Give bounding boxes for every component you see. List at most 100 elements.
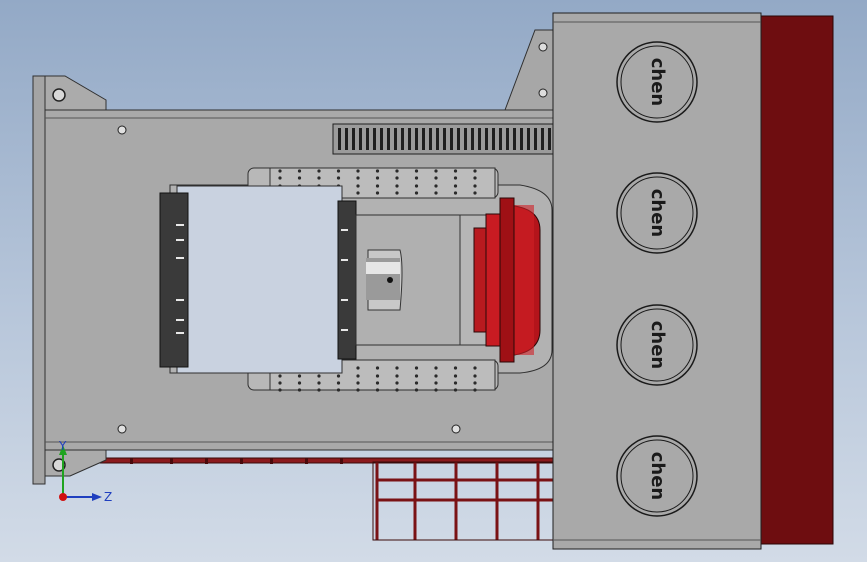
- bolt-hole: [375, 366, 380, 370]
- gear-rack: [332, 123, 556, 155]
- bolt-hole: [317, 381, 321, 385]
- bolt-hole: [336, 388, 341, 392]
- bolt-hole: [375, 388, 380, 392]
- rack-tooth: [541, 128, 544, 150]
- bolt-hole: [434, 381, 438, 385]
- bolt-hole: [473, 366, 477, 370]
- bolt-hole: [434, 191, 438, 195]
- bolt-hole: [356, 374, 360, 378]
- brand-logo-text: chen: [647, 189, 668, 238]
- rack-tooth: [408, 128, 411, 150]
- bolt-hole: [395, 191, 399, 195]
- bolt-hole: [414, 366, 419, 370]
- bolt-hole: [356, 381, 360, 385]
- brand-logo: chen: [616, 304, 698, 386]
- bolt-hole: [434, 388, 438, 392]
- bolt-hole: [473, 388, 477, 392]
- bolt-hole: [317, 374, 321, 378]
- bolt-hole: [356, 366, 360, 370]
- rack-tooth: [436, 128, 439, 150]
- brand-logo-text: chen: [647, 452, 668, 501]
- bolt-hole: [375, 169, 380, 173]
- bolt-hole: [453, 191, 458, 195]
- bolt-hole: [395, 366, 399, 370]
- rack-tooth: [387, 128, 390, 150]
- y-axis-label: Y: [58, 439, 67, 453]
- bolt-hole: [453, 176, 458, 180]
- bolt-hole: [434, 374, 438, 378]
- bolt-hole: [375, 184, 380, 188]
- bolt-hole: [453, 366, 458, 370]
- rack-tooth: [338, 128, 341, 150]
- bolt-hole: [414, 184, 419, 188]
- bolt-hole: [414, 388, 419, 392]
- bolt-hole: [317, 169, 321, 173]
- bolt-hole: [453, 388, 458, 392]
- bolt-hole: [336, 176, 341, 180]
- bolt-hole: [336, 381, 341, 385]
- bolt-hole: [395, 374, 399, 378]
- bolt-hole: [297, 388, 302, 392]
- rack-tooth: [478, 128, 481, 150]
- bolt-hole: [278, 381, 282, 385]
- bolt-hole: [414, 191, 419, 195]
- bolt-hole: [395, 176, 399, 180]
- rack-tooth: [457, 128, 460, 150]
- bolt-hole: [375, 191, 380, 195]
- rack-tooth: [359, 128, 362, 150]
- bolt-hole: [473, 169, 477, 173]
- z-axis-label: Z: [104, 490, 112, 504]
- rack-tooth: [394, 128, 397, 150]
- bolt-hole: [297, 169, 302, 173]
- bolt-hole: [414, 381, 419, 385]
- rack-tooth: [422, 128, 425, 150]
- bolt-hole: [473, 374, 477, 378]
- bolt-hole: [336, 169, 341, 173]
- rack-tooth: [450, 128, 453, 150]
- rack-tooth: [366, 128, 369, 150]
- bolt-hole: [278, 176, 282, 180]
- bolt-hole: [453, 381, 458, 385]
- rack-tooth: [534, 128, 537, 150]
- bolt-hole: [297, 374, 302, 378]
- bolt-hole: [453, 169, 458, 173]
- bolt-hole: [473, 381, 477, 385]
- bolt-hole: [297, 381, 302, 385]
- brand-logo: chen: [616, 172, 698, 254]
- bolt-hole: [336, 374, 341, 378]
- rack-tooth: [443, 128, 446, 150]
- bolt-hole: [278, 388, 282, 392]
- rack-tooth: [499, 128, 502, 150]
- bolt-hole: [414, 176, 419, 180]
- brand-logo-text: chen: [647, 321, 668, 370]
- bolt-hole: [395, 184, 399, 188]
- bolt-hole: [473, 184, 477, 188]
- bolt-hole: [453, 184, 458, 188]
- upper-bracket: [504, 29, 556, 111]
- cad-viewport[interactable]: chen chen chen chen Y Z: [0, 0, 867, 562]
- rack-tooth: [415, 128, 418, 150]
- rack-tooth: [429, 128, 432, 150]
- red-railing: [99, 457, 555, 541]
- bolt-hole: [434, 184, 438, 188]
- rack-tooth: [492, 128, 495, 150]
- bolt-hole: [375, 374, 380, 378]
- bolt-hole: [356, 191, 360, 195]
- bolt-hole: [356, 176, 360, 180]
- bolt-hole: [356, 388, 360, 392]
- brand-logo: chen: [616, 41, 698, 123]
- bolt-hole: [297, 176, 302, 180]
- red-cylinder: [459, 197, 541, 363]
- bolt-hole: [473, 176, 477, 180]
- rack-tooth: [471, 128, 474, 150]
- rack-tooth: [464, 128, 467, 150]
- bolt-hole: [375, 176, 380, 180]
- bolt-hole: [395, 381, 399, 385]
- bolt-hole: [278, 374, 282, 378]
- model-canvas[interactable]: chen chen chen chen Y Z: [0, 0, 867, 562]
- bolt-hole: [395, 169, 399, 173]
- bolt-hole: [453, 374, 458, 378]
- bolt-hole: [473, 191, 477, 195]
- rack-tooth: [345, 128, 348, 150]
- brand-logo: chen: [616, 435, 698, 517]
